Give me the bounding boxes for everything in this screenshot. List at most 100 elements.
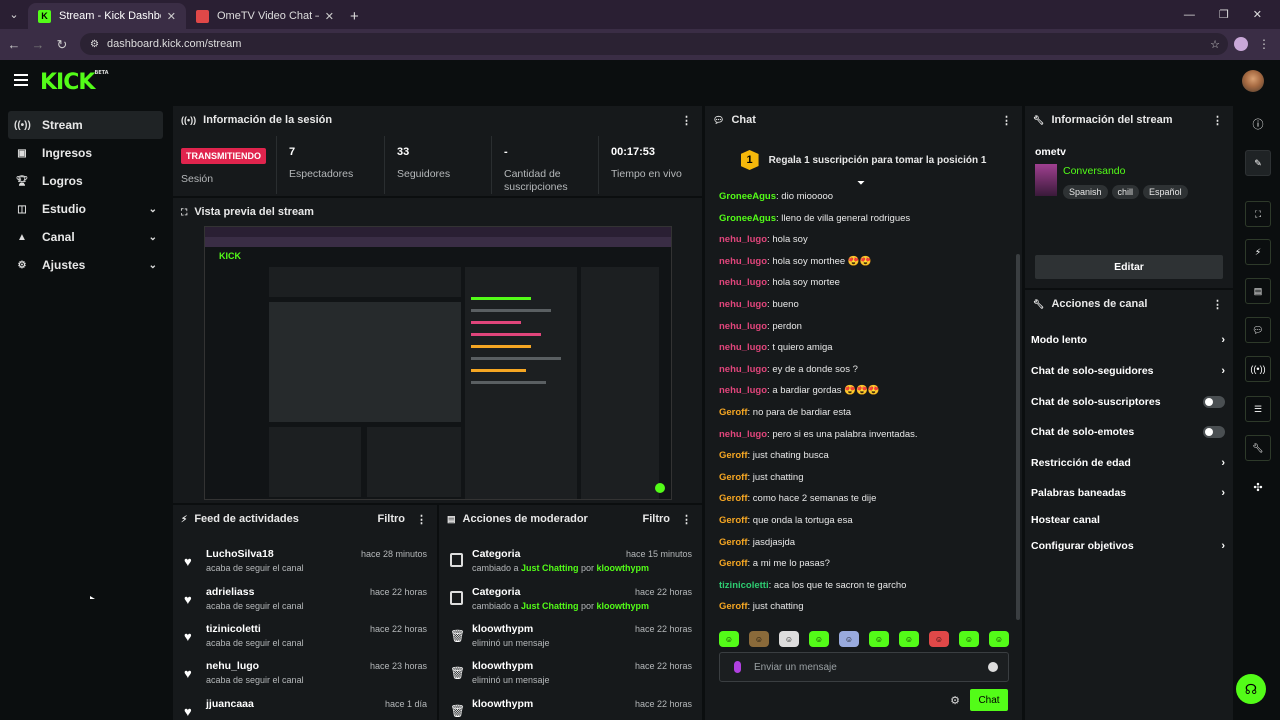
chat-message[interactable]: Geroff: no para de bardiar esta bbox=[719, 406, 851, 420]
more-options-icon[interactable]: ⋮ bbox=[681, 513, 692, 526]
moderator-link[interactable]: kloowthypm bbox=[597, 601, 650, 611]
chat-username[interactable]: nehu_lugo bbox=[719, 277, 767, 288]
chat-message[interactable]: Geroff: que onda la tortuga esa bbox=[719, 514, 853, 528]
chat-message[interactable]: Geroff: a mi me lo pasas? bbox=[719, 557, 830, 571]
microphone-icon[interactable] bbox=[734, 661, 741, 673]
tag-chip[interactable]: Spanish bbox=[1063, 185, 1108, 199]
follower-name[interactable]: jjuancaaa bbox=[206, 698, 254, 710]
filter-button[interactable]: Filtro bbox=[378, 513, 406, 525]
tag-chip[interactable]: chill bbox=[1111, 185, 1140, 199]
category-link[interactable]: Just Chatting bbox=[521, 563, 579, 573]
follower-name[interactable]: nehu_lugo bbox=[206, 660, 259, 672]
back-icon[interactable]: ← bbox=[2, 37, 26, 52]
action-followers-only[interactable]: Chat de solo-seguidores › bbox=[1031, 361, 1227, 381]
chat-username[interactable]: Geroff bbox=[719, 515, 748, 526]
emote-icon[interactable]: ☺ bbox=[809, 631, 829, 647]
emote-icon[interactable]: ☺ bbox=[989, 631, 1009, 647]
sidebar-item-stream[interactable]: ((•)) Stream bbox=[8, 111, 163, 139]
list-item[interactable]: ♥ nehu_lugo hace 23 horas acaba de seguir e… bbox=[173, 653, 437, 691]
sidebar-item-logros[interactable]: 🏆︎ Logros bbox=[8, 167, 163, 195]
more-options-icon[interactable]: ⋮ bbox=[1001, 114, 1012, 127]
action-configure-goals[interactable]: Configurar objetivos › bbox=[1031, 536, 1227, 556]
tab-search-icon[interactable]: ⌄ bbox=[0, 0, 28, 29]
list-item[interactable]: Categoria hace 15 minutos cambiado a Just … bbox=[439, 541, 702, 579]
list-item[interactable]: 🗑︎ kloowthypm hace 22 horas eliminó un mens… bbox=[439, 653, 702, 691]
chat-username[interactable]: Geroff bbox=[719, 407, 748, 418]
sidebar-item-ingresos[interactable]: ▣ Ingresos bbox=[8, 139, 163, 167]
help-support-icon[interactable]: ☊ bbox=[1236, 674, 1266, 704]
action-title[interactable]: kloowthypm bbox=[472, 623, 533, 635]
emoji-picker-icon[interactable] bbox=[988, 662, 998, 672]
action-host-channel[interactable]: Hostear canal bbox=[1031, 510, 1227, 530]
broadcast-icon[interactable]: ((•)) bbox=[1245, 356, 1271, 382]
url-field[interactable]: ⚙ dashboard.kick.com/stream ☆ bbox=[80, 33, 1228, 55]
chat-message[interactable]: tizinicoletti: aca los que te sacron te … bbox=[719, 579, 906, 593]
browser-profile-avatar[interactable] bbox=[1234, 37, 1248, 51]
forward-icon[interactable]: → bbox=[26, 37, 50, 52]
follower-name[interactable]: adrieliass bbox=[206, 586, 254, 598]
collapse-arrow-icon[interactable]: ⏷ bbox=[857, 178, 865, 189]
restore-icon[interactable]: ❐ bbox=[1219, 8, 1229, 21]
action-title[interactable]: kloowthypm bbox=[472, 698, 533, 710]
chat-message[interactable]: Geroff: just chatting bbox=[719, 600, 803, 614]
clip-icon[interactable]: ⛶ bbox=[1245, 201, 1271, 227]
chat-message[interactable]: nehu_lugo: hola soy morthee 😍😍 bbox=[719, 255, 871, 269]
list-item[interactable]: ♥ tizinicoletti hace 22 horas acaba de segu… bbox=[173, 616, 437, 654]
close-icon[interactable]: ✕ bbox=[167, 10, 176, 23]
stream-preview-video[interactable]: KICK bbox=[204, 226, 672, 500]
emote-icon[interactable]: ☺ bbox=[869, 631, 889, 647]
sidebar-item-estudio[interactable]: ◫ Estudio ⌄ bbox=[8, 195, 163, 223]
filter-button[interactable]: Filtro bbox=[643, 513, 671, 525]
category-link[interactable]: Just Chatting bbox=[521, 601, 579, 611]
action-slow-mode[interactable]: Modo lento › bbox=[1031, 330, 1227, 350]
chat-message[interactable]: nehu_lugo: ey de a donde sos ? bbox=[719, 363, 858, 377]
list-item[interactable]: ♥ LuchoSilva18 hace 28 minutos acaba de seg… bbox=[173, 541, 437, 579]
chat-username[interactable]: nehu_lugo bbox=[719, 299, 767, 310]
wrench-icon[interactable]: 🔧︎ bbox=[1245, 435, 1271, 461]
chat-message[interactable]: GroneeAgus: lleno de villa general rodri… bbox=[719, 212, 910, 226]
close-window-icon[interactable]: ✕ bbox=[1253, 8, 1262, 21]
browser-tab-ometv[interactable]: OmeTV Video Chat — Ome ✕ bbox=[186, 3, 344, 29]
chat-username[interactable]: nehu_lugo bbox=[719, 385, 767, 396]
edit-pencil-icon[interactable]: ✎ bbox=[1245, 150, 1271, 176]
list-item[interactable]: 🗑︎ kloowthypm hace 22 horas bbox=[439, 691, 702, 720]
more-options-icon[interactable]: ⋮ bbox=[1212, 114, 1223, 127]
chat-username[interactable]: tizinicoletti bbox=[719, 580, 769, 591]
chat-username[interactable]: Geroff bbox=[719, 450, 748, 461]
tag-chip[interactable]: Español bbox=[1143, 185, 1188, 199]
chat-message[interactable]: nehu_lugo: perdon bbox=[719, 320, 802, 334]
emote-icon[interactable]: ☺ bbox=[719, 631, 739, 647]
chat-username[interactable]: nehu_lugo bbox=[719, 429, 767, 440]
puzzle-icon[interactable]: ✣ bbox=[1245, 477, 1271, 497]
chat-username[interactable]: nehu_lugo bbox=[719, 321, 767, 332]
follower-name[interactable]: tizinicoletti bbox=[206, 623, 261, 635]
chat-message[interactable]: nehu_lugo: t quiero amiga bbox=[719, 341, 833, 355]
chat-scrollbar[interactable] bbox=[1016, 254, 1020, 620]
action-banned-words[interactable]: Palabras baneadas › bbox=[1031, 483, 1227, 503]
user-avatar[interactable] bbox=[1242, 70, 1264, 92]
document-icon[interactable]: ▤ bbox=[1245, 278, 1271, 304]
chat-message[interactable]: Geroff: como hace 2 semanas te dije bbox=[719, 492, 876, 506]
emote-icon[interactable]: ☺ bbox=[749, 631, 769, 647]
chat-message[interactable]: Geroff: just chating busca bbox=[719, 449, 829, 463]
chat-input[interactable]: Enviar un mensaje bbox=[719, 652, 1009, 682]
lightning-icon[interactable]: ⚡︎ bbox=[1245, 239, 1271, 265]
reload-icon[interactable]: ↻ bbox=[50, 37, 74, 53]
chat-username[interactable]: Geroff bbox=[719, 601, 748, 612]
chat-message[interactable]: nehu_lugo: hola soy mortee bbox=[719, 276, 840, 290]
emote-icon[interactable]: ☺ bbox=[899, 631, 919, 647]
chat-message[interactable]: GroneeAgus: dio miooooo bbox=[719, 190, 833, 204]
chat-message[interactable]: Geroff: jasdjasjda bbox=[719, 536, 795, 550]
browser-tab-kick[interactable]: K Stream - Kick Dashboard ✕ bbox=[28, 3, 186, 29]
chat-message[interactable]: nehu_lugo: hola soy bbox=[719, 233, 808, 247]
more-options-icon[interactable]: ⋮ bbox=[416, 513, 427, 526]
chat-message[interactable]: nehu_lugo: a bardiar gordas 😍😍😍 bbox=[719, 384, 880, 398]
new-tab-icon[interactable]: + bbox=[350, 3, 359, 29]
chat-bubble-icon[interactable]: 💬︎ bbox=[1245, 317, 1271, 343]
more-options-icon[interactable]: ⋮ bbox=[681, 114, 692, 127]
more-options-icon[interactable]: ⋮ bbox=[1212, 298, 1223, 311]
moderator-link[interactable]: kloowthypm bbox=[597, 563, 650, 573]
list-item[interactable]: Categoria hace 22 horas cambiado a Just Ch… bbox=[439, 579, 702, 617]
action-age-restriction[interactable]: Restricción de edad › bbox=[1031, 453, 1227, 473]
chat-username[interactable]: nehu_lugo bbox=[719, 342, 767, 353]
